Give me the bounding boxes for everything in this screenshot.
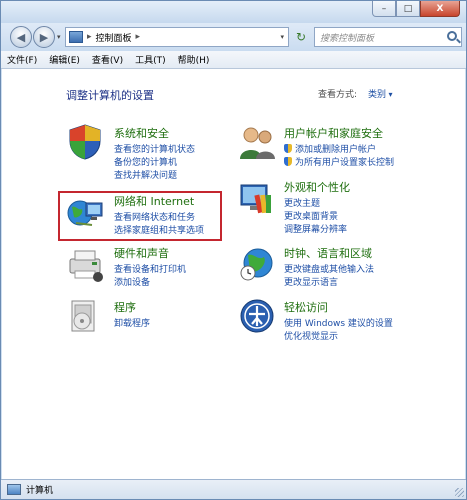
maximize-button[interactable]: □: [396, 1, 420, 17]
search-placeholder: 搜索控制面板: [320, 33, 375, 44]
programs-icon[interactable]: [66, 297, 102, 335]
category-system-security: 系统和安全 查看您的计算机状态 备份您的计算机 查找并解决问题: [114, 125, 195, 183]
view-by-dropdown[interactable]: 类别: [368, 87, 393, 100]
hardware-sound-icon[interactable]: [66, 245, 106, 283]
refresh-button[interactable]: ↻: [291, 27, 311, 47]
link-view-computer-status[interactable]: 查看您的计算机状态: [114, 144, 195, 157]
link-adjust-resolution[interactable]: 调整屏幕分辨率: [284, 224, 350, 237]
control-panel-content: 调整计算机的设置 查看方式: 类别 系统和安全 查看您的计算机状态 备份您的计算…: [2, 69, 465, 479]
category-title-system-security[interactable]: 系统和安全: [114, 125, 195, 141]
category-title-ease-of-access[interactable]: 轻松访问: [284, 299, 393, 315]
category-title-clock-language-region[interactable]: 时钟、语言和区域: [284, 245, 374, 261]
control-panel-window: – □ X ◀ ▶ ▾ ▸ 控制面板 ▸ ▾ ↻ 搜索控制面板 文件(F) 编辑…: [0, 0, 467, 500]
link-backup-computer[interactable]: 备份您的计算机: [114, 157, 195, 170]
ease-of-access-icon[interactable]: [238, 297, 276, 335]
link-change-display-language[interactable]: 更改显示语言: [284, 277, 374, 290]
resize-grip[interactable]: [455, 488, 464, 497]
menu-edit[interactable]: 编辑(E): [49, 53, 80, 66]
status-bar: 计算机: [1, 479, 466, 499]
menu-tools[interactable]: 工具(T): [135, 53, 166, 66]
address-separator-icon[interactable]: ▸: [87, 32, 92, 42]
link-troubleshoot[interactable]: 查找并解决问题: [114, 170, 195, 183]
link-add-device[interactable]: 添加设备: [114, 277, 186, 290]
category-appearance: 外观和个性化 更改主题 更改桌面背景 调整屏幕分辨率: [284, 179, 350, 237]
control-panel-icon: [69, 31, 83, 43]
link-add-remove-accounts[interactable]: 添加或删除用户帐户: [284, 144, 394, 157]
category-clock-language-region: 时钟、语言和区域 更改键盘或其他输入法 更改显示语言: [284, 245, 374, 290]
page-title: 调整计算机的设置: [66, 89, 154, 102]
address-dropdown-icon[interactable]: ▾: [280, 33, 284, 41]
category-user-accounts: 用户帐户和家庭安全 添加或删除用户帐户 为所有用户设置家长控制: [284, 125, 394, 170]
link-optimize-visual[interactable]: 优化视觉显示: [284, 331, 393, 344]
status-text: 计算机: [26, 486, 54, 496]
menu-help[interactable]: 帮助(H): [178, 53, 210, 66]
recent-pages-dropdown-icon[interactable]: ▾: [57, 33, 61, 41]
category-title-appearance[interactable]: 外观和个性化: [284, 179, 350, 195]
category-ease-of-access: 轻松访问 使用 Windows 建议的设置 优化视觉显示: [284, 299, 393, 344]
computer-icon: [7, 484, 21, 495]
menu-view[interactable]: 查看(V): [92, 53, 123, 66]
link-text: 为所有用户设置家长控制: [295, 158, 395, 168]
search-icon[interactable]: [447, 31, 457, 41]
link-change-keyboard[interactable]: 更改键盘或其他输入法: [284, 264, 374, 277]
category-hardware-sound: 硬件和声音 查看设备和打印机 添加设备: [114, 245, 186, 290]
link-devices-printers[interactable]: 查看设备和打印机: [114, 264, 186, 277]
minimize-button[interactable]: –: [372, 1, 396, 17]
link-parental-controls[interactable]: 为所有用户设置家长控制: [284, 157, 394, 170]
highlight-box: [58, 191, 222, 241]
navigation-bar: ◀ ▶ ▾ ▸ 控制面板 ▸ ▾ ↻ 搜索控制面板: [1, 23, 466, 51]
category-title-programs[interactable]: 程序: [114, 299, 150, 315]
link-change-background[interactable]: 更改桌面背景: [284, 211, 350, 224]
back-arrow-icon: ◀: [16, 30, 26, 44]
system-security-icon[interactable]: [66, 123, 104, 161]
menu-bar: 文件(F) 编辑(E) 查看(V) 工具(T) 帮助(H): [1, 51, 466, 69]
search-input[interactable]: 搜索控制面板: [314, 27, 462, 47]
forward-arrow-icon: ▶: [39, 30, 49, 44]
user-accounts-icon[interactable]: [238, 125, 278, 161]
forward-button[interactable]: ▶: [33, 26, 55, 48]
view-by-label: 查看方式:: [318, 90, 358, 100]
uac-shield-icon: [284, 144, 292, 153]
menu-file[interactable]: 文件(F): [7, 53, 37, 66]
refresh-icon: ↻: [295, 30, 307, 44]
address-crumb-control-panel[interactable]: 控制面板: [96, 31, 132, 44]
close-button[interactable]: X: [420, 1, 460, 17]
clock-language-region-icon[interactable]: [238, 245, 278, 283]
back-button[interactable]: ◀: [10, 26, 32, 48]
category-title-hardware-sound[interactable]: 硬件和声音: [114, 245, 186, 261]
address-separator-icon[interactable]: ▸: [136, 32, 141, 42]
link-recommended-settings[interactable]: 使用 Windows 建议的设置: [284, 318, 393, 331]
link-change-theme[interactable]: 更改主题: [284, 198, 350, 211]
window-controls: – □ X: [372, 1, 460, 17]
link-uninstall-program[interactable]: 卸载程序: [114, 318, 150, 331]
address-bar[interactable]: ▸ 控制面板 ▸ ▾: [65, 27, 289, 47]
appearance-icon[interactable]: [238, 181, 278, 219]
link-text: 添加或删除用户帐户: [295, 145, 377, 155]
category-programs: 程序 卸载程序: [114, 299, 150, 331]
title-bar[interactable]: – □ X: [1, 1, 466, 23]
uac-shield-icon: [284, 157, 292, 166]
category-title-user-accounts[interactable]: 用户帐户和家庭安全: [284, 125, 394, 141]
